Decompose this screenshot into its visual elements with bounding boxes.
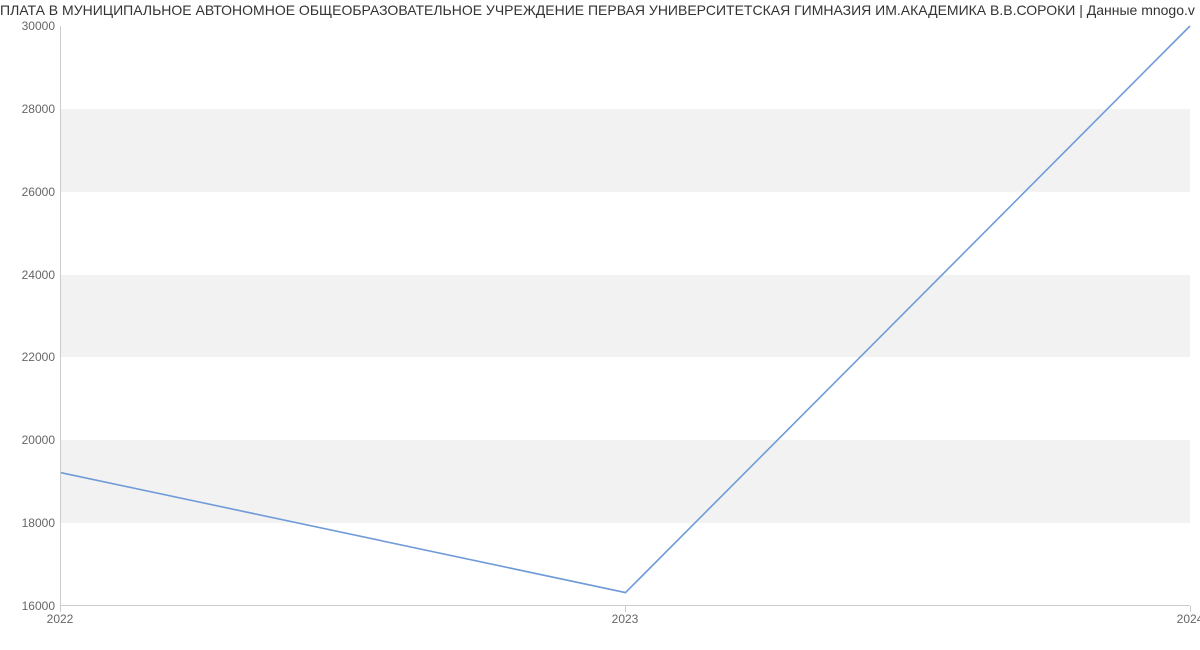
data-line — [61, 26, 1190, 593]
y-axis-tick-label: 28000 — [5, 102, 55, 116]
x-axis-tick-mark — [1190, 606, 1191, 612]
y-axis-tick-label: 22000 — [5, 350, 55, 364]
x-axis-tick-mark — [60, 606, 61, 612]
x-axis-tick-mark — [625, 606, 626, 612]
y-axis-tick-label: 16000 — [5, 599, 55, 613]
y-axis-tick-label: 24000 — [5, 268, 55, 282]
x-axis-tick-label: 2023 — [612, 612, 639, 626]
y-axis-tick-label: 26000 — [5, 185, 55, 199]
y-axis-tick-label: 20000 — [5, 433, 55, 447]
y-axis-tick-label: 18000 — [5, 516, 55, 530]
x-axis-tick-label: 2024 — [1177, 612, 1200, 626]
plot-area — [60, 26, 1190, 606]
chart-title: ПЛАТА В МУНИЦИПАЛЬНОЕ АВТОНОМНОЕ ОБЩЕОБР… — [0, 2, 1200, 18]
chart-container: ПЛАТА В МУНИЦИПАЛЬНОЕ АВТОНОМНОЕ ОБЩЕОБР… — [0, 0, 1200, 650]
y-axis-tick-label: 30000 — [5, 19, 55, 33]
line-series — [61, 26, 1190, 605]
x-axis-tick-label: 2022 — [47, 612, 74, 626]
